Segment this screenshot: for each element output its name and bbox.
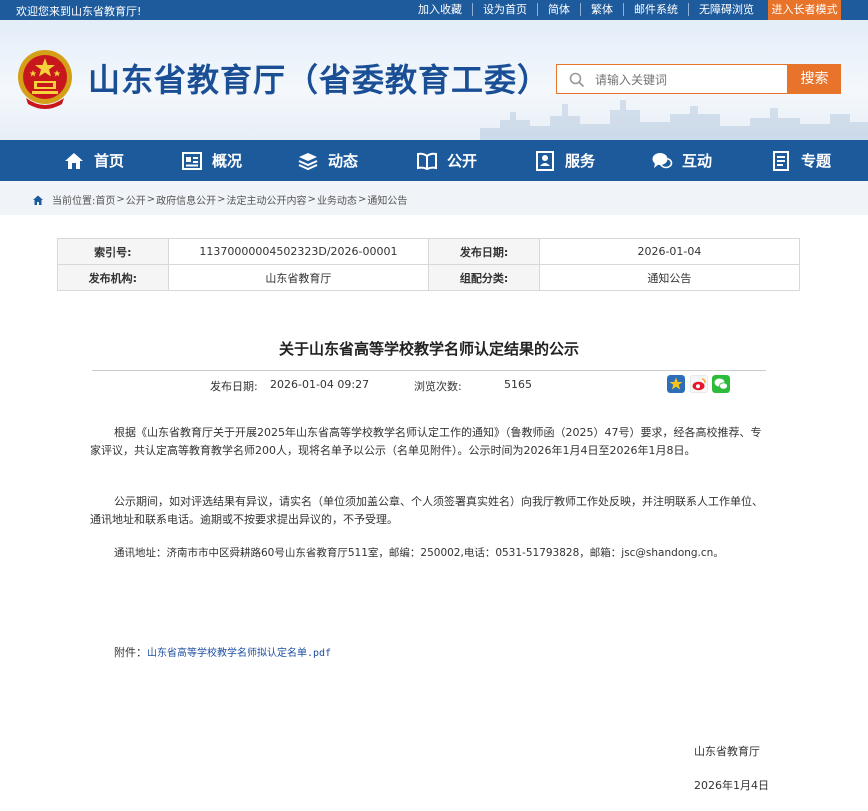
body-paragraph-basis: 根据《山东省教育厅关于开展2025年山东省高等学校教学名师认定工作的通知》（鲁教… bbox=[90, 426, 762, 457]
attachment-link[interactable]: 山东省高等学校教学名师拟认定名单.pdf bbox=[147, 648, 331, 659]
breadcrumb-separator: > bbox=[116, 194, 125, 205]
nav-label-overview: 概况 bbox=[212, 152, 243, 170]
breadcrumb-statutory[interactable]: 法定主动公开内容 bbox=[227, 192, 307, 207]
breadcrumb-separator: > bbox=[146, 194, 156, 205]
chat-icon bbox=[652, 152, 673, 168]
weibo-share-icon[interactable] bbox=[690, 375, 708, 393]
nav-item-open[interactable]: 公开 bbox=[416, 140, 477, 181]
nav-label-home: 首页 bbox=[94, 152, 125, 170]
traditional-chinese-link[interactable]: 繁体 bbox=[580, 3, 623, 16]
attachment: 附件：山东省高等学校教学名师拟认定名单.pdf bbox=[114, 644, 331, 660]
site-title: 山东省教育厅（省委教育工委） bbox=[88, 61, 551, 99]
views-label: 浏览次数: bbox=[414, 380, 462, 393]
nav-item-interaction[interactable]: 互动 bbox=[651, 140, 712, 181]
article-date-label: 发布日期: bbox=[210, 380, 258, 393]
welcome-text: 欢迎您来到山东省教育厅! bbox=[16, 5, 142, 18]
overview-icon bbox=[182, 151, 202, 170]
location-home-icon bbox=[33, 195, 43, 205]
breadcrumb-separator: > bbox=[307, 194, 316, 205]
search-icon bbox=[569, 72, 585, 88]
main-nav: 首页 概况 动态 公开 服务 互动 专题 bbox=[0, 140, 868, 181]
nav-item-overview[interactable]: 概况 bbox=[181, 140, 242, 181]
signature: 山东省教育厅 bbox=[694, 745, 760, 758]
title-divider bbox=[92, 370, 766, 371]
publish-date-label: 发布日期: bbox=[428, 238, 540, 265]
nav-label-topics: 专题 bbox=[801, 152, 832, 170]
table-row: 索引号: 11370000004502323D/2026-00001 发布日期:… bbox=[57, 238, 801, 265]
breadcrumb-business-news[interactable]: 业务动态 bbox=[317, 192, 357, 207]
body-paragraph-objection: 公示期间，如对评选结果有异议，请实名（单位须加盖公章、个人须签署真实姓名）向我厅… bbox=[90, 495, 763, 526]
nav-item-topics[interactable]: 专题 bbox=[770, 140, 831, 181]
site-header: 山东省教育厅（省委教育工委） 搜索 bbox=[0, 20, 868, 140]
body-paragraph-contact: 通讯地址：济南市市中区舜耕路60号山东省教育厅511室，邮编：250002,电话… bbox=[114, 547, 724, 559]
publish-date-value: 2026-01-04 bbox=[538, 238, 801, 265]
service-icon bbox=[536, 150, 554, 171]
elder-mode-button[interactable]: 进入长者模式 bbox=[768, 0, 841, 20]
set-homepage-link[interactable]: 设为首页 bbox=[472, 3, 537, 16]
search-box bbox=[556, 64, 788, 94]
breadcrumb: 当前位置: 首页 > 公开 > 政府信息公开 > 法定主动公开内容 > 业务动态 > 通知… bbox=[32, 192, 407, 207]
views-value: 5165 bbox=[504, 378, 532, 391]
issuer-label: 发布机构: bbox=[57, 264, 169, 291]
search-button[interactable]: 搜索 bbox=[788, 64, 841, 94]
breadcrumb-home[interactable]: 首页 bbox=[95, 192, 115, 207]
breadcrumb-gov-info[interactable]: 政府信息公开 bbox=[156, 192, 216, 207]
issuer-value: 山东省教育厅 bbox=[167, 264, 430, 291]
open-book-icon bbox=[417, 152, 437, 170]
favorite-star-icon[interactable] bbox=[667, 375, 685, 393]
article-date-value: 2026-01-04 09:27 bbox=[270, 378, 370, 391]
nav-item-home[interactable]: 首页 bbox=[63, 140, 124, 181]
breadcrumb-open[interactable]: 公开 bbox=[126, 192, 146, 207]
mail-system-link[interactable]: 邮件系统 bbox=[623, 3, 688, 16]
nav-label-interaction: 互动 bbox=[682, 152, 713, 170]
nav-label-news: 动态 bbox=[328, 152, 359, 170]
article-title: 关于山东省高等学校教学名师认定结果的公示 bbox=[278, 340, 579, 358]
breadcrumb-bar: 当前位置: 首页 > 公开 > 政府信息公开 > 法定主动公开内容 > 业务动态 > 通知… bbox=[0, 181, 868, 215]
accessibility-link[interactable]: 无障碍浏览 bbox=[688, 3, 764, 16]
utility-links: 加入收藏 设为首页 简体 繁体 邮件系统 无障碍浏览 bbox=[408, 3, 764, 16]
breadcrumb-notices[interactable]: 通知公告 bbox=[367, 192, 407, 207]
breadcrumb-separator: > bbox=[357, 194, 367, 205]
wechat-share-icon[interactable] bbox=[712, 375, 730, 393]
category-value: 通知公告 bbox=[538, 264, 801, 291]
nav-label-open: 公开 bbox=[447, 152, 478, 170]
simplified-chinese-link[interactable]: 简体 bbox=[537, 3, 580, 16]
search-input[interactable] bbox=[593, 69, 785, 91]
top-utility-bar: 欢迎您来到山东省教育厅! 加入收藏 设为首页 简体 繁体 邮件系统 无障碍浏览 … bbox=[0, 0, 868, 20]
attachment-label: 附件： bbox=[114, 646, 147, 659]
category-label: 组配分类: bbox=[428, 264, 540, 291]
table-row: 发布机构: 山东省教育厅 组配分类: 通知公告 bbox=[57, 264, 801, 291]
nav-item-news[interactable]: 动态 bbox=[297, 140, 358, 181]
home-icon bbox=[65, 152, 83, 169]
topic-doc-icon bbox=[773, 150, 789, 171]
breadcrumb-prefix: 当前位置: bbox=[52, 196, 96, 207]
nav-item-service[interactable]: 服务 bbox=[534, 140, 595, 181]
signature-date: 2026年1月4日 bbox=[694, 779, 769, 792]
document-info-table: 索引号: 11370000004502323D/2026-00001 发布日期:… bbox=[57, 238, 801, 291]
index-label: 索引号: bbox=[57, 238, 169, 265]
add-favorite-link[interactable]: 加入收藏 bbox=[408, 3, 472, 16]
breadcrumb-separator: > bbox=[217, 194, 226, 205]
news-stack-icon bbox=[298, 152, 318, 170]
nav-label-service: 服务 bbox=[565, 152, 596, 170]
index-value: 11370000004502323D/2026-00001 bbox=[167, 238, 430, 265]
national-emblem-icon bbox=[18, 50, 72, 109]
